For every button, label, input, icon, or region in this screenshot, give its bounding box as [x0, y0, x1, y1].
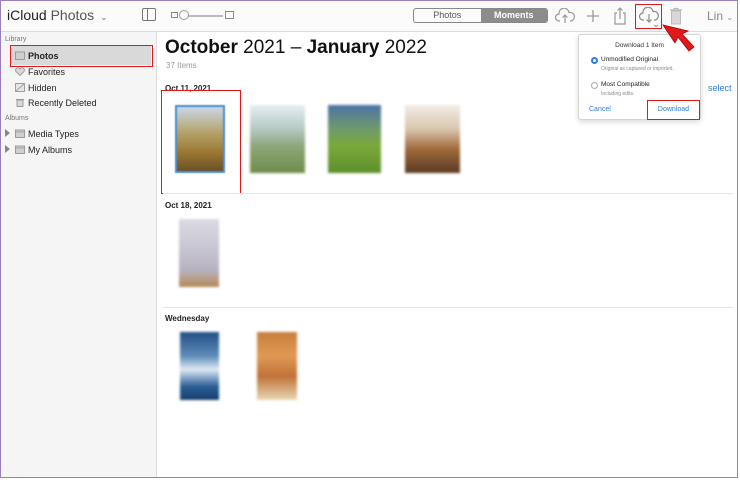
zoom-slider-track[interactable]: [183, 15, 223, 17]
pointer-arrow-icon: [662, 24, 695, 52]
trash-icon: [15, 98, 25, 107]
app-name: Photos: [50, 7, 95, 23]
segment-moments[interactable]: Moments: [480, 9, 547, 22]
select-link[interactable]: select: [708, 83, 732, 93]
segment-photos[interactable]: Photos: [414, 9, 481, 22]
option-label[interactable]: Unmodified Original: [601, 56, 658, 63]
sidebar-item-label: Favorites: [28, 66, 66, 77]
sidebar-item-recently-deleted[interactable]: Recently Deleted: [15, 95, 97, 110]
photo-thumbnail[interactable]: [250, 105, 305, 173]
sidebar-item-label: Hidden: [28, 82, 57, 93]
folder-icon: [15, 145, 25, 154]
moment-date-3: Wednesday: [165, 314, 210, 323]
download-button[interactable]: [635, 4, 662, 29]
photo-thumbnail[interactable]: [405, 105, 460, 173]
page-title: October 2021 – January 2022: [165, 37, 427, 59]
account-menu[interactable]: Lin ⌄: [707, 9, 733, 23]
sidebar-item-label: My Albums: [28, 144, 73, 155]
view-segmented-control: Photos Moments: [413, 8, 548, 23]
sidebar-item-label: Photos: [28, 50, 59, 61]
zoom-out-icon[interactable]: [171, 12, 178, 18]
title-dash: –: [290, 37, 302, 58]
chevron-down-icon: ⌄: [726, 13, 734, 22]
radio-most-compatible[interactable]: [591, 82, 598, 89]
sidebar-item-hidden[interactable]: Hidden: [15, 80, 57, 95]
divider: [163, 307, 733, 308]
disclosure-triangle-icon[interactable]: [5, 129, 10, 137]
option-description: Original as captured or imported.: [601, 66, 674, 72]
toolbar: iCloud Photos ⌄ Photos Moments Lin ⌄: [1, 1, 737, 32]
photo-thumbnail-selected[interactable]: [175, 105, 225, 173]
zoom-slider-thumb[interactable]: [179, 10, 189, 20]
option-description: Including edits.: [601, 91, 635, 97]
title-year-start: 2021: [243, 37, 286, 58]
photos-icon: [15, 51, 25, 60]
title-year-end: 2022: [384, 37, 427, 58]
divider: [163, 193, 733, 194]
photo-thumbnail[interactable]: [180, 332, 219, 400]
photo-thumbnail[interactable]: [257, 332, 297, 400]
add-icon[interactable]: [582, 5, 604, 27]
user-name: Lin: [707, 9, 724, 23]
upload-icon[interactable]: [554, 5, 576, 27]
radio-unmodified-original[interactable]: [591, 57, 598, 64]
photo-thumbnail[interactable]: [179, 219, 219, 287]
sidebar: Library Photos Favorites Hidden Recently…: [1, 32, 157, 477]
sidebar-item-label: Media Types: [28, 128, 79, 139]
option-label[interactable]: Most Compatible: [601, 81, 650, 88]
title-month-start: October: [165, 37, 238, 58]
hidden-icon: [15, 83, 25, 92]
albums-section-label: Albums: [5, 115, 29, 122]
zoom-in-icon[interactable]: [225, 11, 234, 19]
download-confirm-button[interactable]: Download: [647, 100, 700, 120]
sidebar-item-photos[interactable]: Photos: [15, 48, 59, 63]
sidebar-item-my-albums[interactable]: My Albums: [5, 142, 73, 157]
chevron-down-icon: ⌄: [100, 12, 108, 22]
moment-date-2: Oct 18, 2021: [165, 201, 212, 210]
disclosure-triangle-icon[interactable]: [5, 145, 10, 153]
app-title[interactable]: iCloud Photos ⌄: [7, 7, 108, 23]
sidebar-toggle-icon[interactable]: [142, 8, 156, 21]
share-icon[interactable]: [609, 5, 631, 27]
item-count: 37 Items: [166, 61, 197, 70]
title-month-end: January: [306, 37, 380, 58]
folder-icon: [15, 129, 25, 138]
sidebar-item-favorites[interactable]: Favorites: [15, 64, 65, 79]
window: iCloud Photos ⌄ Photos Moments Lin ⌄ Lib…: [0, 0, 738, 478]
sidebar-item-media-types[interactable]: Media Types: [5, 126, 79, 141]
heart-icon: [15, 67, 25, 77]
cancel-button[interactable]: Cancel: [589, 106, 611, 113]
brand-label: iCloud: [7, 7, 47, 23]
sidebar-item-label: Recently Deleted: [28, 97, 97, 108]
photo-thumbnail[interactable]: [328, 105, 381, 173]
library-section-label: Library: [5, 36, 27, 43]
